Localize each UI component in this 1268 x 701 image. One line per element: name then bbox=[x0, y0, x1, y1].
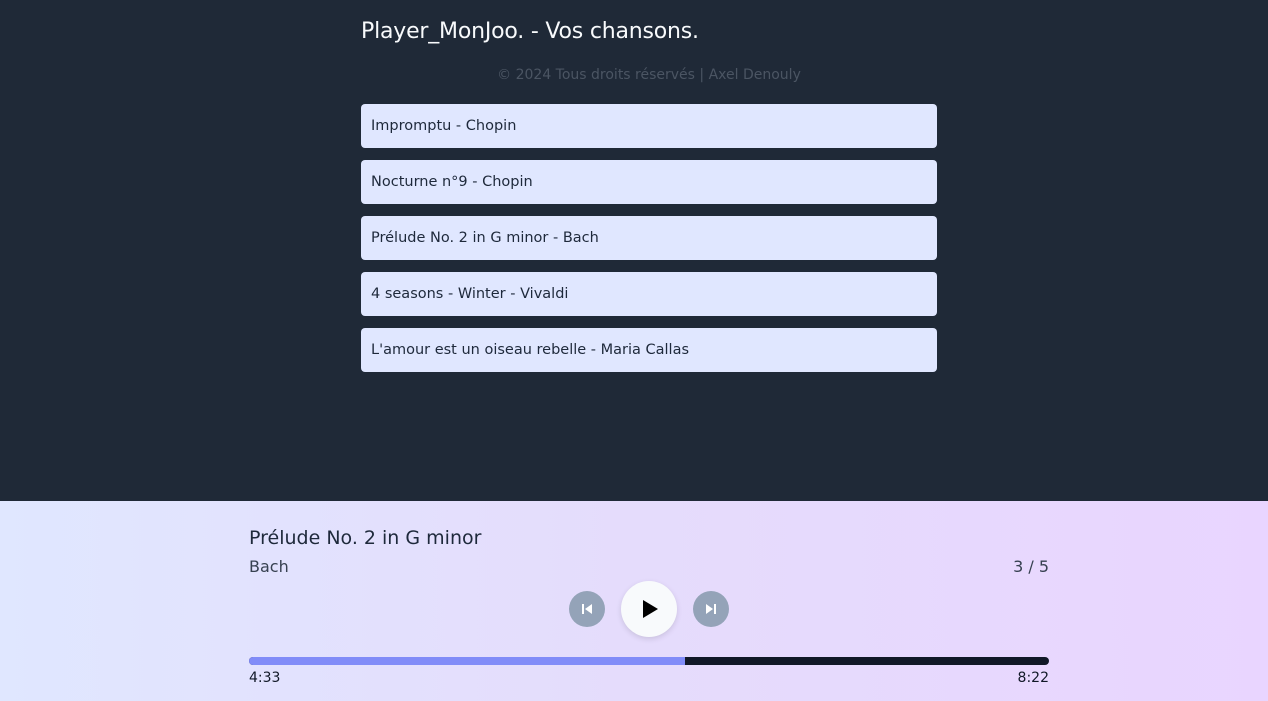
page-title: Player_MonJoo. - Vos chansons. bbox=[361, 19, 699, 44]
total-time: 8:22 bbox=[1017, 670, 1049, 686]
previous-button[interactable] bbox=[569, 591, 605, 627]
song-item-lamour[interactable]: L'amour est un oiseau rebelle - Maria Ca… bbox=[361, 328, 937, 372]
play-button[interactable] bbox=[621, 581, 677, 637]
next-button[interactable] bbox=[693, 591, 729, 627]
song-item-nocturne[interactable]: Nocturne n°9 - Chopin bbox=[361, 160, 937, 204]
skip-previous-icon bbox=[582, 604, 592, 614]
player-bar: Prélude No. 2 in G minor Bach 3 / 5 4:33… bbox=[0, 501, 1268, 701]
song-list-section: Player_MonJoo. - Vos chansons. © 2024 To… bbox=[0, 0, 1268, 501]
song-item-four-seasons[interactable]: 4 seasons - Winter - Vivaldi bbox=[361, 272, 937, 316]
song-list: Impromptu - Chopin Nocturne n°9 - Chopin… bbox=[361, 104, 937, 384]
skip-next-icon bbox=[706, 604, 716, 614]
current-time: 4:33 bbox=[249, 670, 281, 686]
song-item-prelude[interactable]: Prélude No. 2 in G minor - Bach bbox=[361, 216, 937, 260]
progress-bar[interactable] bbox=[249, 657, 1049, 665]
track-artist: Bach bbox=[249, 557, 289, 576]
progress-fill bbox=[249, 657, 685, 665]
track-counter: 3 / 5 bbox=[1013, 557, 1049, 576]
track-title: Prélude No. 2 in G minor bbox=[249, 527, 482, 549]
play-icon bbox=[643, 600, 658, 618]
song-item-impromptu[interactable]: Impromptu - Chopin bbox=[361, 104, 937, 148]
copyright-text: © 2024 Tous droits réservés | Axel Denou… bbox=[497, 67, 801, 83]
